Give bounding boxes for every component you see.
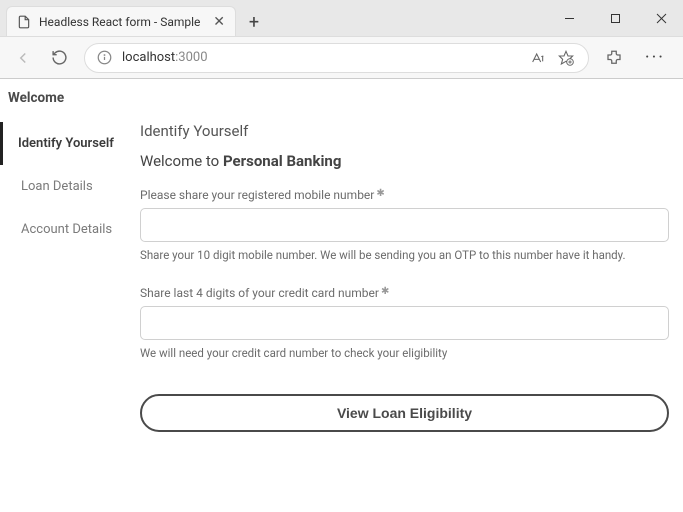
- sidebar-item-identify[interactable]: Identify Yourself: [0, 122, 136, 165]
- welcome-line: Welcome to Personal Banking: [140, 152, 669, 170]
- tab-bar: Headless React form - Sample ✕ +: [0, 0, 683, 36]
- field-card-last4: Share last 4 digits of your credit card …: [140, 286, 669, 360]
- view-eligibility-button[interactable]: View Loan Eligibility: [140, 394, 669, 432]
- tab-title: Headless React form - Sample: [39, 15, 205, 29]
- page-body: Welcome Identify Yourself Loan Details A…: [0, 79, 683, 444]
- sidebar: Identify Yourself Loan Details Account D…: [0, 114, 136, 444]
- card-last4-input[interactable]: [140, 306, 669, 340]
- window-controls: [555, 6, 675, 30]
- minimize-button[interactable]: [555, 6, 583, 30]
- address-bar: localhost:3000 ···: [0, 36, 683, 78]
- field-help: We will need your credit card number to …: [140, 346, 669, 360]
- required-icon: ✱: [379, 286, 389, 297]
- reader-icon[interactable]: [530, 50, 548, 66]
- url-text: localhost:3000: [122, 50, 208, 65]
- browser-chrome: Headless React form - Sample ✕ +: [0, 0, 683, 79]
- info-icon: [97, 50, 112, 65]
- back-button[interactable]: [12, 47, 34, 69]
- favorite-icon[interactable]: [558, 50, 576, 66]
- new-tab-button[interactable]: +: [240, 8, 268, 36]
- page-title: Welcome: [0, 79, 683, 114]
- close-icon[interactable]: ✕: [213, 14, 225, 30]
- main-content: Identify Yourself Welcome to Personal Ba…: [136, 114, 683, 444]
- sidebar-item-account-details[interactable]: Account Details: [0, 208, 136, 251]
- close-window-button[interactable]: [647, 6, 675, 30]
- refresh-button[interactable]: [48, 47, 70, 69]
- field-label: Please share your registered mobile numb…: [140, 188, 669, 202]
- required-icon: ✱: [374, 188, 384, 199]
- file-icon: [17, 15, 31, 29]
- mobile-number-input[interactable]: [140, 208, 669, 242]
- maximize-button[interactable]: [601, 6, 629, 30]
- more-menu-button[interactable]: ···: [639, 47, 671, 68]
- browser-tab[interactable]: Headless React form - Sample ✕: [6, 6, 236, 36]
- url-input[interactable]: localhost:3000: [84, 43, 589, 73]
- sidebar-item-loan-details[interactable]: Loan Details: [0, 165, 136, 208]
- extensions-button[interactable]: [603, 47, 625, 69]
- field-label: Share last 4 digits of your credit card …: [140, 286, 669, 300]
- field-help: Share your 10 digit mobile number. We wi…: [140, 248, 669, 262]
- section-title: Identify Yourself: [140, 122, 669, 140]
- field-mobile-number: Please share your registered mobile numb…: [140, 188, 669, 262]
